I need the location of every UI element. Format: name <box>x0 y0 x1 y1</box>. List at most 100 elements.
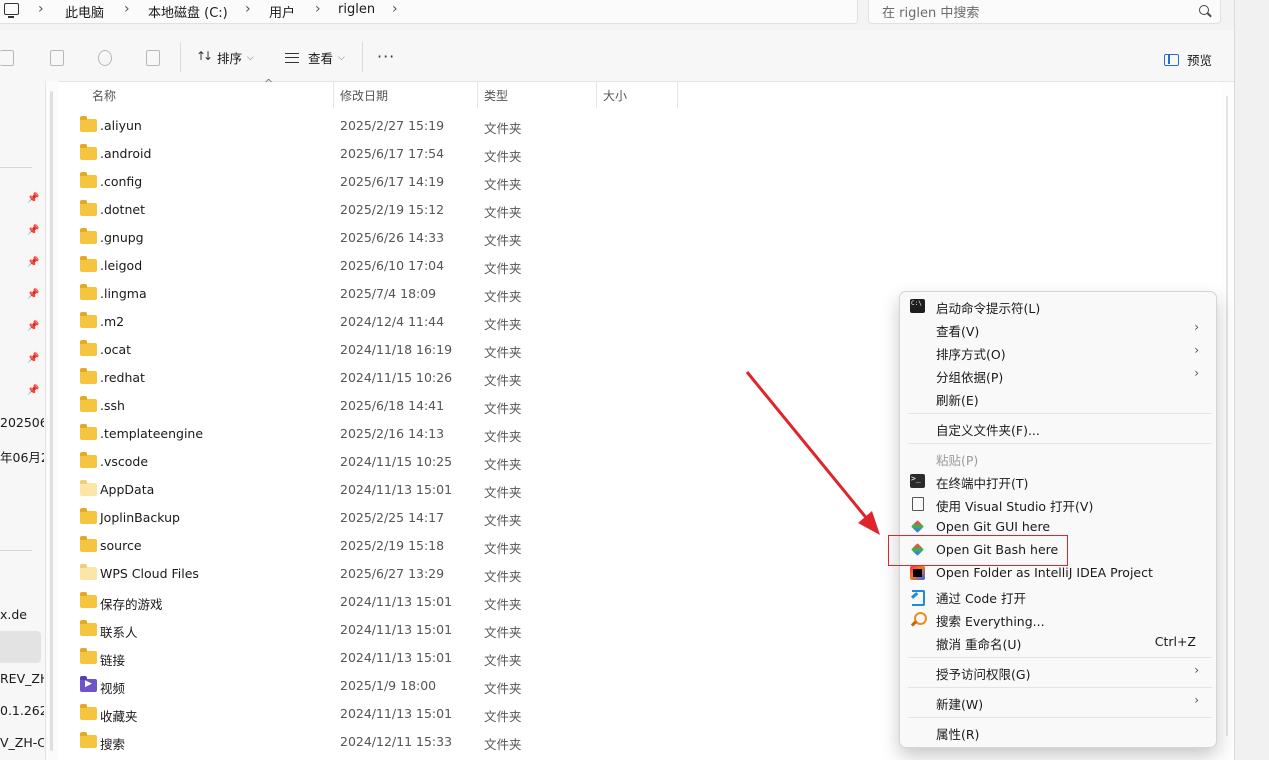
nav-item-selected[interactable] <box>0 631 41 663</box>
file-row[interactable]: JoplinBackup 2025/2/25 14:17 文件夹 <box>58 504 898 532</box>
file-name: .config <box>100 174 143 189</box>
file-row[interactable]: WPS Cloud Files 2025/6/27 13:29 文件夹 <box>58 560 898 588</box>
menu-item-undo-rename[interactable]: 撤消 重命名(U) Ctrl+Z <box>904 631 1213 654</box>
column-header-row: ^ 名称 修改日期 类型 大小 <box>58 77 1218 108</box>
file-type: 文件夹 <box>484 541 522 556</box>
chevron-right-icon[interactable]: › <box>124 1 130 17</box>
file-row[interactable]: .lingma 2025/7/4 18:09 文件夹 <box>58 280 898 308</box>
computer-icon[interactable] <box>4 3 19 18</box>
address-bar[interactable]: › 此电脑 › 本地磁盘 (C:) › 用户 › riglen › <box>0 0 858 24</box>
file-row[interactable]: source 2025/2/19 15:18 文件夹 <box>58 532 898 560</box>
file-name: .aliyun <box>100 118 142 133</box>
nav-item[interactable]: 2025062 <box>0 415 44 430</box>
file-row[interactable]: .ssh 2025/6/18 14:41 文件夹 <box>58 392 898 420</box>
menu-item-search-everything[interactable]: 搜索 Everything... <box>904 608 1213 631</box>
column-header-date[interactable]: 修改日期 <box>340 87 388 104</box>
file-type: 文件夹 <box>484 485 522 500</box>
menu-item-open-in-terminal[interactable]: 在终端中打开(T) <box>904 470 1213 493</box>
file-row[interactable]: AppData 2024/11/13 15:01 文件夹 <box>58 476 898 504</box>
menu-item-customize-folder[interactable]: 自定义文件夹(F)... <box>904 417 1213 440</box>
file-name: 搜索 <box>100 737 126 752</box>
column-divider[interactable] <box>333 82 334 108</box>
breadcrumb-this-pc[interactable]: 此电脑 <box>65 2 104 21</box>
menu-separator <box>908 443 1212 444</box>
chevron-right-icon[interactable]: › <box>392 1 398 17</box>
file-type: 文件夹 <box>484 681 522 696</box>
menu-item-new[interactable]: 新建(W) › <box>904 691 1213 714</box>
file-name: .gnupg <box>100 230 144 245</box>
file-row[interactable]: 收藏夹 2024/11/13 15:01 文件夹 <box>58 700 898 728</box>
file-row[interactable]: .config 2025/6/17 14:19 文件夹 <box>58 168 898 196</box>
menu-item-command-prompt[interactable]: 启动命令提示符(L) <box>904 295 1213 318</box>
menu-item-properties[interactable]: 属性(R) <box>904 721 1213 744</box>
file-row[interactable]: .aliyun 2025/2/27 15:19 文件夹 <box>58 112 898 140</box>
menu-item-give-access[interactable]: 授予访问权限(G) › <box>904 661 1213 684</box>
sort-button[interactable]: 排序 ⌵ <box>196 48 254 67</box>
file-row[interactable]: .gnupg 2025/6/26 14:33 文件夹 <box>58 224 898 252</box>
column-divider[interactable] <box>677 82 678 108</box>
desktop-background <box>1234 0 1269 760</box>
file-date: 2025/2/25 14:17 <box>340 510 445 525</box>
menu-separator <box>908 657 1212 658</box>
intellij-idea-icon <box>910 566 925 580</box>
breadcrumb-local-disk[interactable]: 本地磁盘 (C:) <box>148 2 228 21</box>
search-icon[interactable] <box>1199 5 1209 15</box>
column-divider[interactable] <box>477 82 478 108</box>
everything-icon <box>910 612 927 626</box>
file-row[interactable]: 联系人 2024/11/13 15:01 文件夹 <box>58 616 898 644</box>
nav-item[interactable]: 0.1.262 <box>0 703 44 718</box>
chevron-down-icon: ⌵ <box>247 52 254 63</box>
column-header-type[interactable]: 类型 <box>484 87 508 104</box>
file-row[interactable]: .templateengine 2025/2/16 14:13 文件夹 <box>58 420 898 448</box>
menu-item-label: 授予访问权限(G) <box>936 667 1031 682</box>
file-row[interactable]: .ocat 2024/11/18 16:19 文件夹 <box>58 336 898 364</box>
file-row[interactable]: 链接 2024/11/13 15:01 文件夹 <box>58 644 898 672</box>
file-row[interactable]: .android 2025/6/17 17:54 文件夹 <box>58 140 898 168</box>
file-row[interactable]: .dotnet 2025/2/19 15:12 文件夹 <box>58 196 898 224</box>
menu-item-sort-by[interactable]: 排序方式(O) › <box>904 341 1213 364</box>
menu-item-label: 在终端中打开(T) <box>936 476 1029 491</box>
file-type: 文件夹 <box>484 177 522 192</box>
preview-pane-icon <box>1164 53 1179 66</box>
nav-item[interactable]: 年06月2 <box>0 447 44 466</box>
chevron-right-icon[interactable]: › <box>38 1 44 17</box>
file-row[interactable]: 搜索 2024/12/11 15:33 文件夹 <box>58 728 898 756</box>
file-name: .leigod <box>100 258 143 273</box>
folder-icon <box>80 704 97 720</box>
menu-item-group-by[interactable]: 分组依据(P) › <box>904 364 1213 387</box>
file-name: 收藏夹 <box>100 709 138 724</box>
folder-icon <box>80 284 97 300</box>
chevron-right-icon[interactable]: › <box>315 1 321 17</box>
file-row[interactable]: 保存的游戏 2024/11/13 15:01 文件夹 <box>58 588 898 616</box>
nav-item[interactable]: V_ZH-C <box>0 735 44 750</box>
file-type: 文件夹 <box>484 457 522 472</box>
preview-pane-button[interactable]: 预览 <box>1164 50 1212 69</box>
breadcrumb-riglen[interactable]: riglen <box>338 2 375 17</box>
menu-item-refresh[interactable]: 刷新(E) <box>904 387 1213 410</box>
search-input[interactable]: 在 riglen 中搜索 <box>868 0 1221 24</box>
menu-item-open-with-code[interactable]: 通过 Code 打开 <box>904 585 1213 608</box>
view-button[interactable]: 查看 ⌵ <box>285 48 345 67</box>
menu-item-view[interactable]: 查看(V) › <box>904 318 1213 341</box>
breadcrumb-users[interactable]: 用户 <box>269 2 295 21</box>
address-bar-row: › 此电脑 › 本地磁盘 (C:) › 用户 › riglen › 在 rigl… <box>0 0 1234 30</box>
file-date: 2024/12/11 15:33 <box>340 734 453 749</box>
column-header-size[interactable]: 大小 <box>603 87 627 104</box>
nav-item[interactable]: x.de <box>0 607 44 622</box>
nav-item[interactable]: REV_ZH- <box>0 671 44 686</box>
pin-icon: 📌 <box>27 289 40 300</box>
file-row[interactable]: .redhat 2024/11/15 10:26 文件夹 <box>58 364 898 392</box>
more-options-button[interactable]: ··· <box>377 47 395 66</box>
nav-scrollbar[interactable] <box>46 81 58 760</box>
pin-icon: 📌 <box>27 353 40 364</box>
file-row[interactable]: .vscode 2024/11/15 10:25 文件夹 <box>58 448 898 476</box>
file-date: 2025/6/26 14:33 <box>340 230 445 245</box>
column-header-name[interactable]: 名称 <box>92 87 116 104</box>
chevron-right-icon[interactable]: › <box>245 1 251 17</box>
file-row[interactable]: .leigod 2025/6/10 17:04 文件夹 <box>58 252 898 280</box>
column-divider[interactable] <box>596 82 597 108</box>
file-list-scrollbar[interactable] <box>1221 82 1233 760</box>
menu-item-open-with-visual-studio[interactable]: 使用 Visual Studio 打开(V) <box>904 493 1213 516</box>
file-row[interactable]: .m2 2024/12/4 11:44 文件夹 <box>58 308 898 336</box>
file-row[interactable]: 视频 2025/1/9 18:00 文件夹 <box>58 672 898 700</box>
